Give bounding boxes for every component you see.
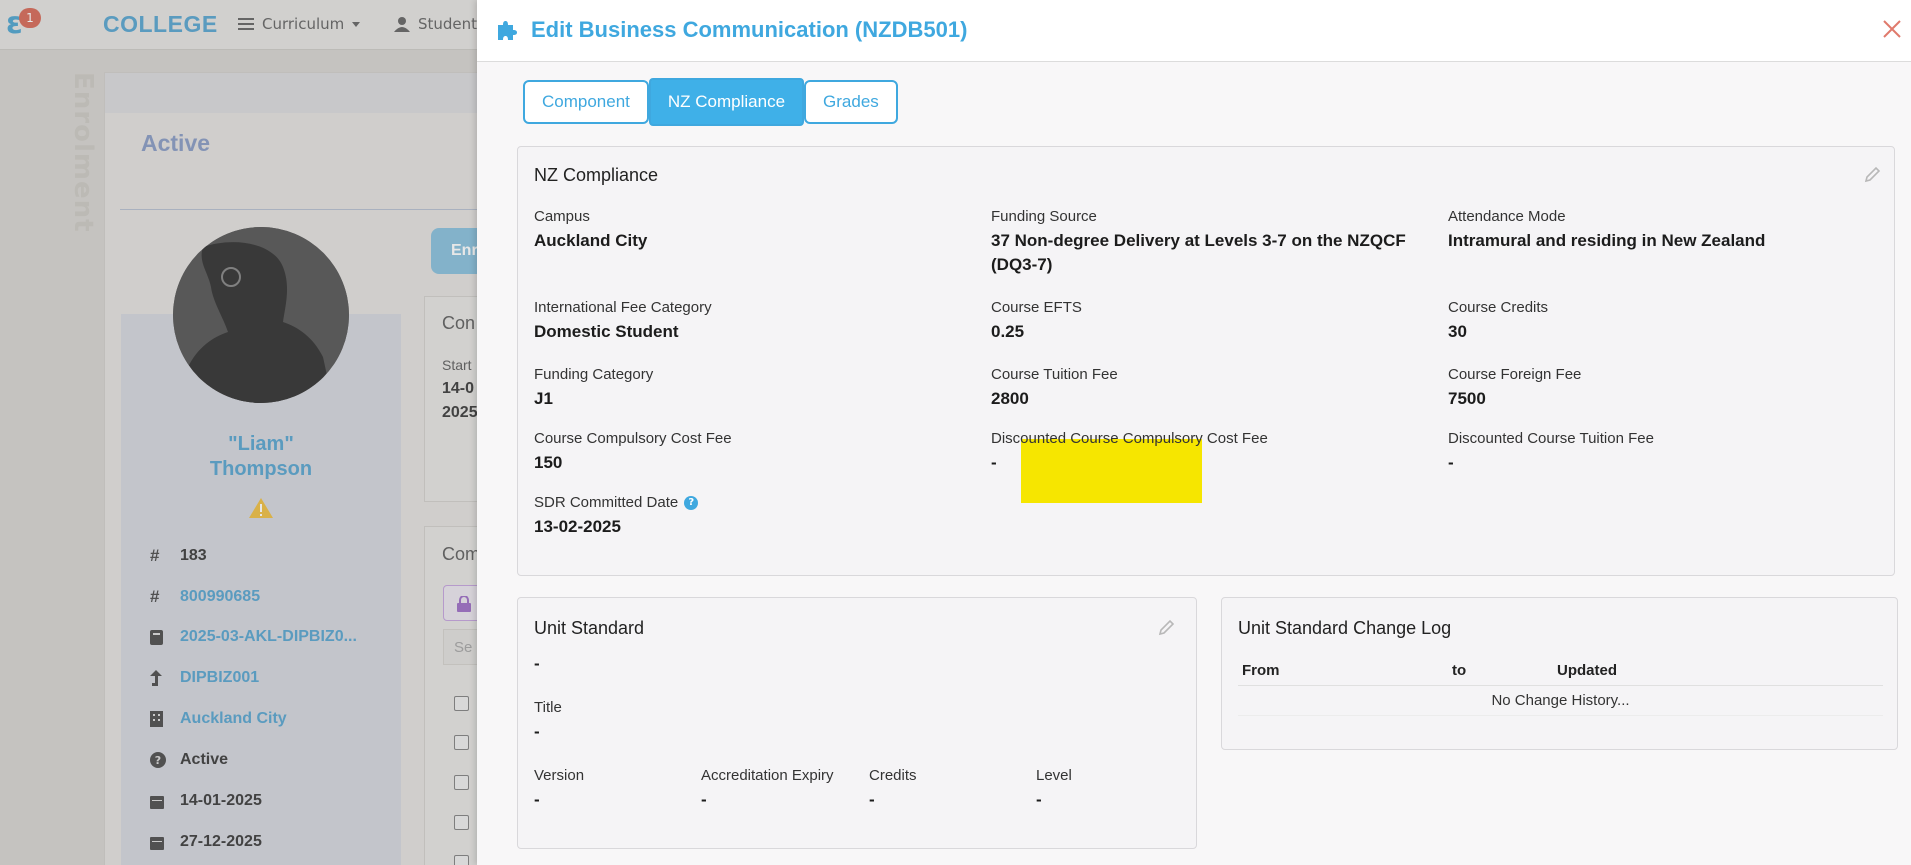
field-value: - — [534, 722, 540, 741]
field-value: - — [534, 790, 540, 809]
field-label: Course Credits — [1448, 299, 1549, 316]
field-course-compulsory-cost-fee: Course Compulsory Cost Fee 150 — [534, 429, 732, 475]
modal-header: Edit Business Communication (NZDB501) — [477, 0, 1911, 62]
field-value: 37 Non-degree Delivery at Levels 3-7 on … — [991, 231, 1406, 274]
col-from: From — [1242, 662, 1280, 679]
field-label: Course EFTS — [991, 299, 1082, 316]
field-level: Level - — [1036, 766, 1072, 812]
field-discounted-tuition-fee: Discounted Course Tuition Fee - — [1448, 429, 1654, 475]
field-value: 13-02-2025 — [534, 517, 621, 536]
field-label: Campus — [534, 208, 590, 225]
field-accreditation-expiry: Accreditation Expiry - — [701, 766, 834, 812]
change-log-card: Unit Standard Change Log From to Updated… — [1221, 597, 1898, 750]
unit-standard-code: - — [534, 654, 540, 673]
col-to: to — [1452, 662, 1467, 679]
field-funding-source: Funding Source 37 Non-degree Delivery at… — [991, 207, 1431, 277]
field-label: Attendance Mode — [1448, 208, 1566, 225]
field-label: Credits — [869, 767, 917, 784]
field-value: 0.25 — [991, 322, 1025, 341]
help-icon[interactable]: ? — [684, 496, 699, 510]
field-value: - — [869, 790, 875, 809]
field-label: Funding Category — [534, 366, 654, 383]
field-value: - — [1448, 453, 1454, 472]
field-value: - — [701, 790, 707, 809]
field-attendance-mode: Attendance Mode Intramural and residing … — [1448, 207, 1765, 253]
field-sdr-committed-date: SDR Committed Date ? 13-02-2025 — [534, 493, 699, 539]
change-log-empty: No Change History... — [1238, 686, 1883, 716]
field-label: Funding Source — [991, 208, 1097, 225]
field-label: International Fee Category — [534, 299, 712, 316]
field-label: Discounted Course Tuition Fee — [1448, 430, 1654, 447]
field-value: Domestic Student — [534, 322, 679, 341]
field-funding-category: Funding Category J1 — [534, 365, 653, 411]
field-label: Level — [1036, 767, 1072, 784]
tab-grades[interactable]: Grades — [804, 80, 898, 124]
field-value: 150 — [534, 453, 563, 472]
field-label: Course Compulsory Cost Fee — [534, 430, 732, 447]
field-campus: Campus Auckland City — [534, 207, 647, 253]
field-value: 7500 — [1448, 389, 1486, 408]
field-value: Auckland City — [534, 231, 648, 250]
field-label: SDR Committed Date ? — [534, 493, 699, 513]
unit-standard-card: Unit Standard - Title - Version - Accred… — [517, 597, 1197, 849]
change-log-header: From to Updated — [1238, 656, 1883, 686]
pencil-icon[interactable] — [1864, 165, 1882, 183]
field-course-foreign-fee: Course Foreign Fee 7500 — [1448, 365, 1581, 411]
field-label: Accreditation Expiry — [701, 767, 834, 784]
nz-compliance-card: NZ Compliance Campus Auckland City Fundi… — [517, 146, 1895, 576]
nz-compliance-title: NZ Compliance — [534, 165, 659, 185]
field-course-credits: Course Credits 30 — [1448, 298, 1548, 344]
unit-standard-title: Unit Standard — [534, 618, 645, 638]
tab-bar: Component NZ Compliance Grades — [523, 78, 898, 126]
field-value: 30 — [1448, 322, 1467, 341]
field-label-text: SDR Committed Date — [534, 494, 679, 511]
field-label: Discounted Course Compulsory Cost Fee — [991, 430, 1268, 447]
field-unit-title: Title - — [534, 698, 562, 744]
col-updated: Updated — [1557, 662, 1617, 679]
tab-component[interactable]: Component — [523, 80, 649, 124]
field-label: Course Tuition Fee — [991, 366, 1118, 383]
field-label: Course Foreign Fee — [1448, 366, 1582, 383]
change-log-title: Unit Standard Change Log — [1238, 618, 1452, 638]
pencil-icon[interactable] — [1158, 618, 1176, 636]
field-value: 2800 — [991, 389, 1029, 408]
change-log-table: From to Updated No Change History... — [1238, 656, 1883, 716]
puzzle-piece-icon — [498, 21, 517, 40]
field-label: Title — [534, 699, 562, 716]
field-label: Version — [534, 767, 585, 784]
edit-component-modal: Edit Business Communication (NZDB501) Co… — [477, 0, 1911, 865]
field-value: - — [991, 453, 997, 472]
close-icon[interactable] — [1881, 18, 1903, 40]
field-value: Intramural and residing in New Zealand — [1448, 231, 1766, 250]
field-value: J1 — [534, 389, 553, 408]
field-version: Version - — [534, 766, 584, 812]
field-discounted-compulsory-cost-fee: Discounted Course Compulsory Cost Fee - — [991, 429, 1268, 475]
modal-title: Edit Business Communication (NZDB501) — [531, 17, 968, 42]
field-international-fee-category: International Fee Category Domestic Stud… — [534, 298, 712, 344]
tab-nz-compliance[interactable]: NZ Compliance — [648, 78, 805, 126]
field-course-efts: Course EFTS 0.25 — [991, 298, 1082, 344]
field-value: - — [1036, 790, 1042, 809]
field-credits: Credits - — [869, 766, 917, 812]
field-course-tuition-fee: Course Tuition Fee 2800 — [991, 365, 1118, 411]
